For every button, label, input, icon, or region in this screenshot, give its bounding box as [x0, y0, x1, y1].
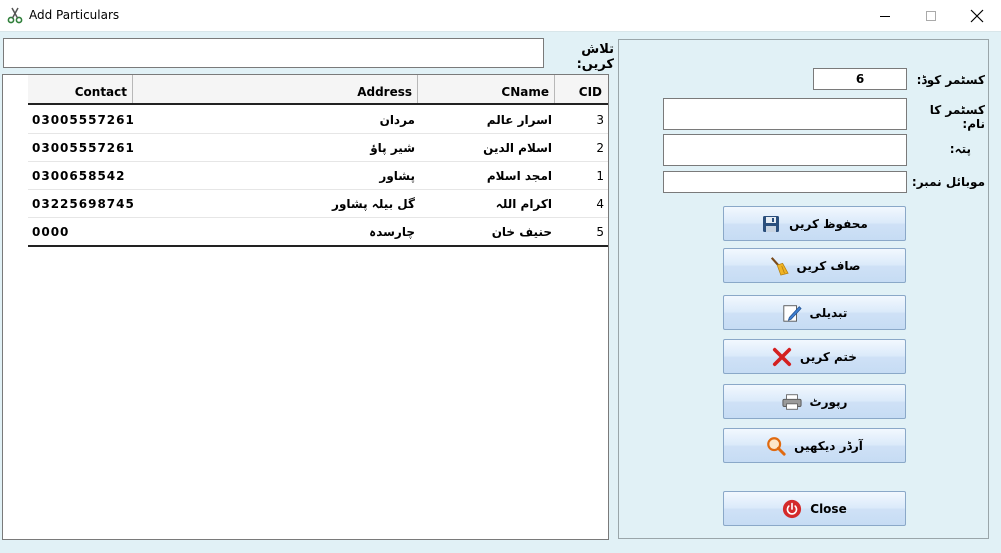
address-label: پتہ:: [949, 142, 971, 156]
column-header-cid[interactable]: CID: [555, 75, 607, 103]
cell-cname: اسلام الدین: [483, 141, 552, 155]
maximize-button[interactable]: [908, 0, 954, 31]
edit-button[interactable]: تبدیلی: [723, 295, 906, 330]
customer-name-label: کسٹمر کا نام:: [929, 103, 985, 131]
cell-address: شیر پاؤ: [370, 141, 415, 155]
cell-cid: 1: [596, 169, 604, 183]
table-row[interactable]: 0300658542 پشاور امجد اسلام 1: [28, 161, 608, 190]
clear-label: صاف کریں: [796, 258, 861, 273]
mobile-field[interactable]: [663, 171, 907, 193]
cell-contact: 03225698745: [32, 197, 135, 211]
broom-icon: [769, 256, 789, 276]
cell-contact: 0300658542: [32, 169, 126, 183]
cell-cname: اکرام اللہ: [495, 197, 552, 211]
red-x-icon: [772, 347, 792, 367]
minimize-button[interactable]: [862, 0, 908, 31]
grid-header: Contact Address CName CID: [28, 75, 608, 105]
delete-button[interactable]: ختم کریں: [723, 339, 906, 374]
scissors-app-icon: [6, 6, 24, 24]
customer-code-field[interactable]: 6: [813, 68, 907, 90]
report-button[interactable]: رپورٹ: [723, 384, 906, 419]
cell-cname: حنیف خان: [491, 225, 552, 239]
cell-contact: 0000: [32, 225, 70, 239]
cell-cid: 4: [596, 197, 604, 211]
minimize-icon: [880, 15, 890, 17]
printer-icon: [782, 392, 802, 412]
mobile-label: موبائل نمبر:: [911, 175, 985, 189]
close-window-button[interactable]: [954, 0, 1000, 31]
cell-address: مردان: [379, 113, 415, 127]
view-orders-button[interactable]: آرڈر دیکھیں: [723, 428, 906, 463]
cell-address: گل بیلہ پشاور: [332, 197, 415, 211]
cell-cid: 2: [596, 141, 604, 155]
table-row[interactable]: 03005557261 شیر پاؤ اسلام الدین 2: [28, 133, 608, 162]
table-row[interactable]: 03005557261 مردان اسرار عالم 3: [28, 105, 608, 134]
maximize-icon: [926, 10, 936, 21]
cell-contact: 03005557261: [32, 113, 135, 127]
window-title: Add Particulars: [29, 8, 120, 22]
cell-cname: اسرار عالم: [486, 113, 552, 127]
window-body: تلاش کریں: Contact Address CName CID 030…: [0, 31, 1001, 553]
cell-address: چارسدہ: [369, 225, 415, 239]
search-input[interactable]: [3, 38, 544, 68]
save-label: محفوظ کریں: [789, 216, 868, 231]
search-label: تلاش کریں:: [576, 42, 614, 72]
column-header-cname[interactable]: CName: [418, 75, 555, 103]
column-header-address[interactable]: Address: [133, 75, 418, 103]
delete-label: ختم کریں: [800, 349, 857, 364]
report-label: رپورٹ: [809, 394, 848, 409]
edit-pencil-icon: [782, 303, 802, 323]
table-row[interactable]: 03225698745 گل بیلہ پشاور اکرام اللہ 4: [28, 189, 608, 218]
magnifier-icon: [766, 436, 786, 456]
floppy-disk-icon: [761, 214, 781, 234]
view-orders-label: آرڈر دیکھیں: [794, 438, 863, 453]
column-header-contact[interactable]: Contact: [28, 75, 133, 103]
power-icon: [782, 499, 802, 519]
cell-cid: 3: [596, 113, 604, 127]
cell-contact: 03005557261: [32, 141, 135, 155]
customer-form-panel: کسٹمر کوڈ: 6 کسٹمر کا نام: پتہ: موبائل ن…: [618, 39, 989, 539]
table-row[interactable]: 0000 چارسدہ حنیف خان 5: [28, 217, 608, 247]
cell-address: پشاور: [379, 169, 415, 183]
edit-label: تبدیلی: [809, 305, 848, 320]
title-bar: Add Particulars: [0, 0, 1001, 31]
customer-code-label: کسٹمر کوڈ:: [916, 73, 985, 87]
close-button[interactable]: Close: [723, 491, 906, 526]
address-field[interactable]: [663, 134, 907, 166]
save-button[interactable]: محفوظ کریں: [723, 206, 906, 241]
clear-button[interactable]: صاف کریں: [723, 248, 906, 283]
customers-grid[interactable]: Contact Address CName CID 03005557261 مر…: [2, 74, 609, 540]
cell-cid: 5: [596, 225, 604, 239]
customer-name-field[interactable]: [663, 98, 907, 130]
close-label: Close: [810, 501, 847, 516]
close-icon: [970, 9, 984, 22]
cell-cname: امجد اسلام: [486, 169, 552, 183]
